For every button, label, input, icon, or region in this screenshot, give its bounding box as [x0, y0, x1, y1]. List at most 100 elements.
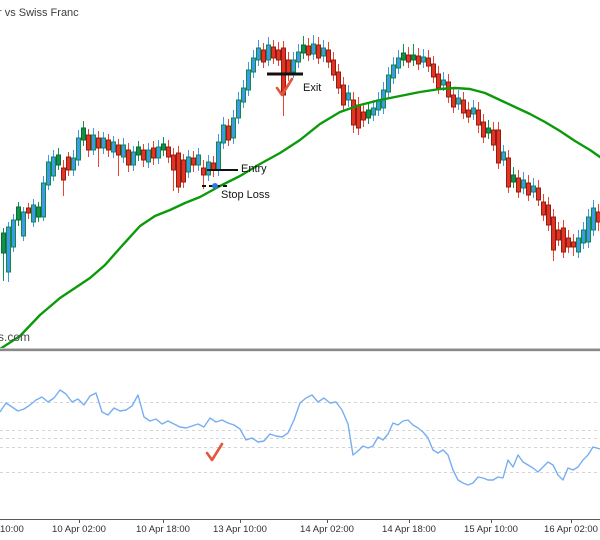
candle-body: [197, 155, 201, 165]
time-axis-tick: [571, 520, 572, 523]
candle-body: [162, 144, 166, 150]
time-axis-tick: [327, 520, 328, 523]
candle-body: [97, 138, 101, 148]
candle-body: [522, 180, 526, 188]
candle-body: [257, 48, 261, 60]
candle-body: [367, 110, 371, 118]
main-price-chart[interactable]: r vs Swiss Franc s.com Entry Stop Loss E…: [0, 0, 600, 348]
candle-body: [537, 188, 541, 200]
candle-body: [502, 152, 506, 160]
candle-body: [17, 207, 21, 220]
candle-body: [417, 56, 421, 64]
candle-body: [512, 175, 516, 182]
candle-body: [457, 98, 461, 104]
candle-body: [37, 207, 41, 217]
moving-average-line: [0, 88, 600, 348]
candle-body: [112, 142, 116, 152]
candle-body: [332, 60, 336, 75]
candle-body: [127, 150, 131, 165]
candle-body: [307, 46, 311, 55]
candle-body: [552, 217, 556, 250]
time-axis-label: 10 Apr 02:00: [52, 524, 106, 535]
candle-body: [372, 108, 376, 115]
candle-body: [352, 100, 356, 125]
candle-body: [132, 152, 136, 165]
candle-body: [432, 64, 436, 77]
candle-body: [217, 142, 221, 170]
candlestick-chart-canvas[interactable]: [0, 0, 600, 348]
candle-body: [347, 93, 351, 100]
candle-body: [402, 53, 406, 60]
candle-body: [142, 150, 146, 160]
candle-body: [117, 145, 121, 155]
candle-body: [362, 112, 366, 120]
time-axis-label: 10 Apr 18:00: [136, 524, 190, 535]
candle-body: [467, 110, 471, 117]
candle-body: [262, 50, 266, 62]
candle-body: [497, 130, 501, 163]
candle-body: [427, 58, 431, 66]
candle-body: [167, 147, 171, 157]
candle-body: [52, 157, 56, 176]
candle-body: [472, 108, 476, 114]
candle-body: [277, 50, 281, 60]
time-axis-label: 14 Apr 02:00: [300, 524, 354, 535]
candle-body: [12, 220, 16, 247]
candle-body: [92, 135, 96, 150]
time-axis-tick: [409, 520, 410, 523]
candle-body: [222, 125, 226, 143]
candle-body: [57, 155, 61, 165]
candle-body: [42, 183, 46, 217]
candle-body: [272, 47, 276, 58]
candle-body: [597, 212, 600, 222]
candle-body: [87, 135, 91, 150]
candle-body: [557, 230, 561, 240]
exit-label: Exit: [303, 82, 321, 94]
candle-body: [477, 110, 481, 125]
oscillator-line: [0, 390, 600, 485]
candle-body: [337, 72, 341, 88]
candle-body: [482, 122, 486, 137]
candle-body: [177, 153, 181, 187]
stop-loss-dot-icon: [212, 183, 218, 189]
candle-body: [327, 50, 331, 62]
time-axis-label: 14 Apr 18:00: [382, 524, 436, 535]
time-axis-tick: [240, 520, 241, 523]
candle-body: [407, 55, 411, 62]
watermark-text: s.com: [0, 330, 30, 344]
candle-body: [302, 45, 306, 53]
candle-body: [542, 202, 546, 215]
candle-body: [297, 52, 301, 62]
time-axis[interactable]: 10:0010 Apr 02:0010 Apr 18:0013 Apr 10:0…: [0, 519, 600, 540]
candle-body: [492, 130, 496, 145]
candle-body: [62, 168, 66, 180]
candle-body: [157, 147, 161, 158]
candle-body: [137, 147, 141, 155]
candle-body: [452, 95, 456, 107]
candle-body: [47, 162, 51, 185]
candle-body: [122, 145, 126, 157]
candle-body: [7, 227, 11, 272]
candle-body: [212, 163, 216, 170]
oscillator-chart-canvas[interactable]: [0, 352, 600, 519]
candle-body: [77, 138, 81, 160]
candle-body: [227, 126, 231, 140]
candle-body: [237, 100, 241, 118]
candle-body: [582, 230, 586, 243]
candle-body: [182, 160, 186, 182]
candle-body: [547, 205, 551, 225]
candle-body: [202, 168, 206, 175]
time-axis-tick: [491, 520, 492, 523]
candle-body: [577, 238, 581, 252]
candle-body: [252, 58, 256, 72]
candle-body: [412, 55, 416, 60]
time-axis-label: 10:00: [0, 524, 24, 535]
candle-body: [422, 57, 426, 62]
candle-body: [442, 80, 446, 85]
candle-body: [247, 70, 251, 90]
candle-body: [342, 85, 346, 105]
entry-label: Entry: [241, 163, 267, 175]
candle-body: [312, 44, 316, 54]
candle-body: [487, 128, 491, 133]
indicator-panel[interactable]: [0, 352, 600, 519]
